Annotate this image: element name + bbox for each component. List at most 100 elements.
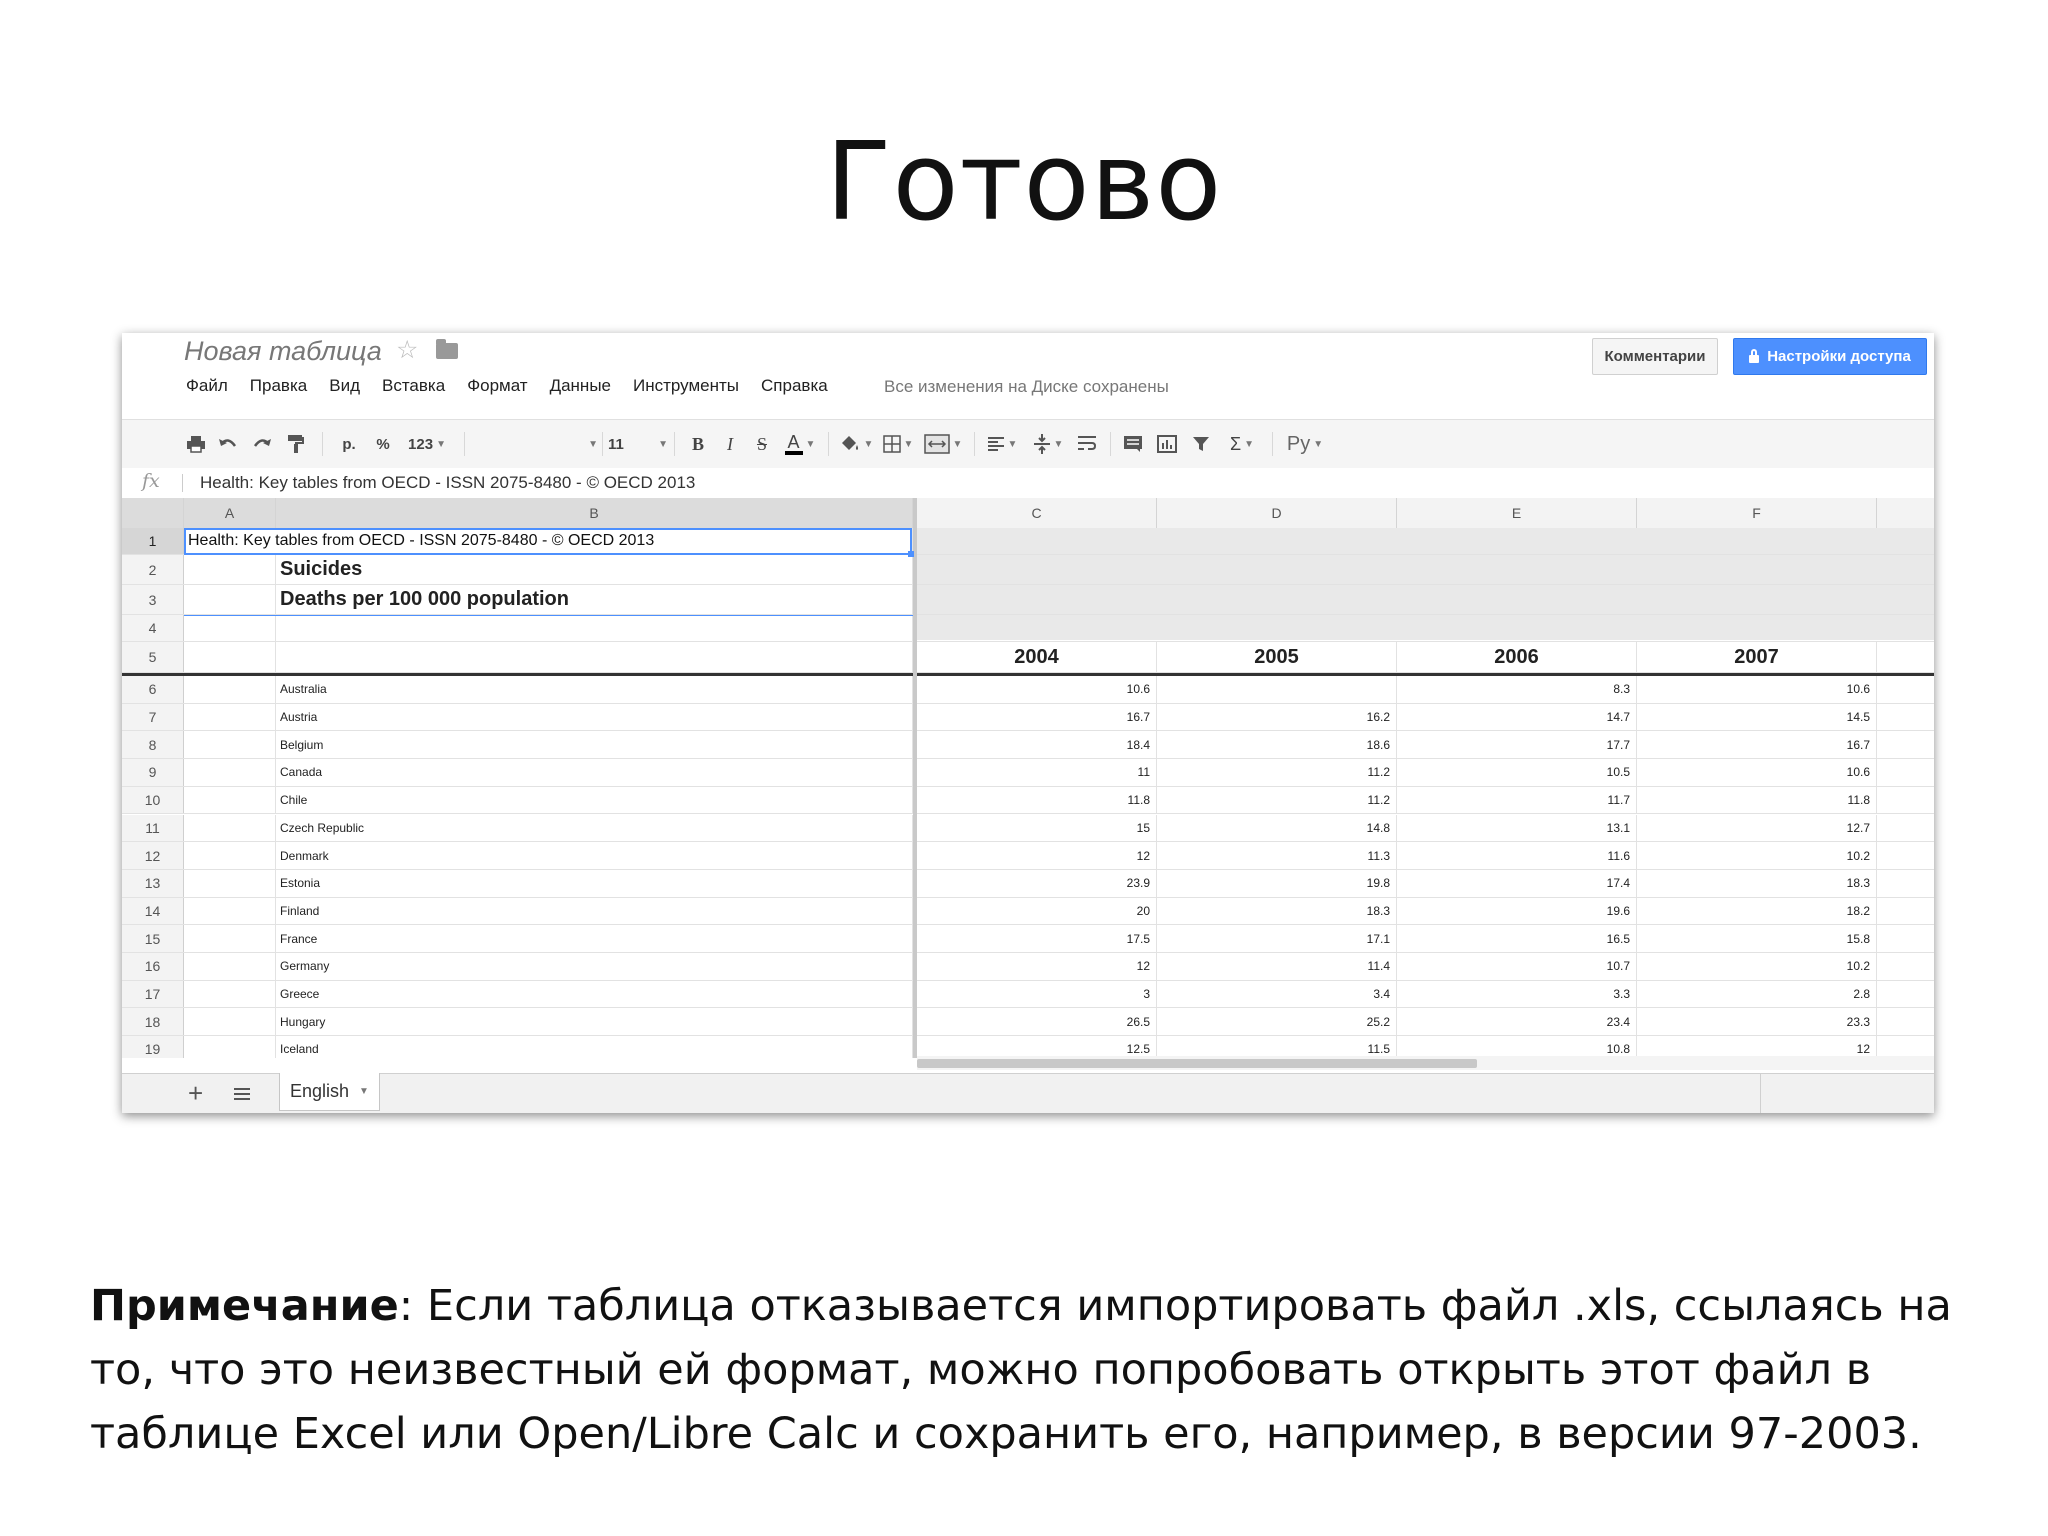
vertical-align-icon[interactable]: ▼ xyxy=(1026,420,1070,468)
value-cell-e[interactable]: 17.7 xyxy=(1397,731,1637,759)
italic-button[interactable]: I xyxy=(716,420,744,468)
value-cell-c[interactable]: 20 xyxy=(917,897,1157,925)
value-cell-f[interactable]: 23.3 xyxy=(1637,1008,1877,1036)
filter-icon[interactable] xyxy=(1186,420,1216,468)
country-cell[interactable]: Denmark xyxy=(276,842,913,869)
country-cell[interactable]: France xyxy=(276,925,913,952)
cell-a[interactable] xyxy=(184,953,276,980)
select-all-corner[interactable] xyxy=(122,498,184,528)
cell-a[interactable] xyxy=(184,786,276,814)
country-cell[interactable]: Finland xyxy=(276,897,913,925)
cell-b3[interactable]: Deaths per 100 000 population xyxy=(276,585,913,614)
cell-a3[interactable] xyxy=(184,585,276,614)
value-cell-c[interactable]: 11 xyxy=(917,759,1157,786)
input-tools-dropdown[interactable]: Ру ▼ xyxy=(1280,420,1330,468)
cell-a[interactable] xyxy=(184,759,276,786)
year-header-cell[interactable]: 2007 xyxy=(1637,642,1877,672)
borders-icon[interactable]: ▼ xyxy=(878,420,918,468)
menu-tools[interactable]: Инструменты xyxy=(633,376,739,396)
cell-a[interactable] xyxy=(184,814,276,842)
value-cell-d[interactable]: 11.2 xyxy=(1157,759,1397,786)
country-cell[interactable]: Austria xyxy=(276,703,913,731)
value-cell-d[interactable]: 25.2 xyxy=(1157,1008,1397,1036)
value-cell-f[interactable]: 10.2 xyxy=(1637,842,1877,869)
value-cell-c[interactable]: 12 xyxy=(917,842,1157,869)
value-cell-d[interactable]: 18.6 xyxy=(1157,731,1397,759)
value-cell-e[interactable]: 10.8 xyxy=(1397,1036,1637,1058)
row-number[interactable]: 4 xyxy=(122,615,184,641)
country-cell[interactable]: Australia xyxy=(276,676,913,703)
row-number[interactable]: 16 xyxy=(122,953,184,980)
fill-handle[interactable] xyxy=(908,551,914,557)
value-cell-f[interactable]: 12.7 xyxy=(1637,814,1877,842)
menu-file[interactable]: Файл xyxy=(186,376,228,396)
cell-a[interactable] xyxy=(184,676,276,703)
country-cell[interactable]: Iceland xyxy=(276,1036,913,1058)
row-number[interactable]: 6 xyxy=(122,676,184,703)
value-cell-f[interactable]: 15.8 xyxy=(1637,925,1877,952)
value-cell-f[interactable]: 14.5 xyxy=(1637,703,1877,731)
insert-comment-icon[interactable] xyxy=(1118,420,1148,468)
number-format-dropdown[interactable]: 123 ▼ xyxy=(402,420,452,468)
country-cell[interactable]: Greece xyxy=(276,980,913,1008)
value-cell-d[interactable]: 11.5 xyxy=(1157,1036,1397,1058)
value-cell-c[interactable]: 10.6 xyxy=(917,676,1157,703)
align-left-icon[interactable]: ▼ xyxy=(980,420,1024,468)
row-number[interactable]: 1 xyxy=(122,528,184,554)
value-cell-e[interactable]: 19.6 xyxy=(1397,897,1637,925)
percent-format-button[interactable]: % xyxy=(368,420,398,468)
value-cell-c[interactable]: 12.5 xyxy=(917,1036,1157,1058)
undo-icon[interactable] xyxy=(214,420,242,468)
menu-insert[interactable]: Вставка xyxy=(382,376,445,396)
cell-a[interactable] xyxy=(184,842,276,869)
share-button[interactable]: Настройки доступа xyxy=(1733,338,1927,375)
sheets-list-icon[interactable] xyxy=(234,1088,250,1100)
text-color-button[interactable]: A ▼ xyxy=(780,420,820,468)
value-cell-c[interactable]: 15 xyxy=(917,814,1157,842)
column-header-d[interactable]: D xyxy=(1157,498,1397,528)
value-cell-e[interactable]: 11.7 xyxy=(1397,786,1637,814)
row-number[interactable]: 18 xyxy=(122,1008,184,1036)
comments-button[interactable]: Комментарии xyxy=(1592,338,1718,375)
frozen-columns-divider[interactable] xyxy=(913,498,917,1058)
menu-format[interactable]: Формат xyxy=(467,376,527,396)
redo-icon[interactable] xyxy=(248,420,276,468)
font-family-dropdown[interactable]: ▼ xyxy=(472,420,598,468)
value-cell-f[interactable]: 10.6 xyxy=(1637,759,1877,786)
value-cell-c[interactable]: 26.5 xyxy=(917,1008,1157,1036)
row-number[interactable]: 5 xyxy=(122,642,184,672)
value-cell-f[interactable]: 16.7 xyxy=(1637,731,1877,759)
value-cell-d[interactable]: 18.3 xyxy=(1157,897,1397,925)
year-header-cell[interactable]: 2004 xyxy=(917,642,1157,672)
row-number[interactable]: 15 xyxy=(122,925,184,952)
row-number[interactable]: 10 xyxy=(122,786,184,814)
row-number[interactable]: 8 xyxy=(122,731,184,759)
menu-help[interactable]: Справка xyxy=(761,376,828,396)
value-cell-e[interactable]: 3.3 xyxy=(1397,980,1637,1008)
value-cell-c[interactable]: 12 xyxy=(917,953,1157,980)
star-icon[interactable]: ☆ xyxy=(396,335,418,365)
cell-b4[interactable] xyxy=(276,615,913,641)
value-cell-d[interactable]: 11.3 xyxy=(1157,842,1397,869)
value-cell-e[interactable]: 11.6 xyxy=(1397,842,1637,869)
value-cell-d[interactable]: 16.2 xyxy=(1157,703,1397,731)
functions-dropdown[interactable]: Σ ▼ xyxy=(1220,420,1264,468)
value-cell-c[interactable]: 18.4 xyxy=(917,731,1157,759)
value-cell-c[interactable]: 17.5 xyxy=(917,925,1157,952)
value-cell-e[interactable]: 16.5 xyxy=(1397,925,1637,952)
cell-b5[interactable] xyxy=(276,642,913,672)
row-number[interactable]: 17 xyxy=(122,980,184,1008)
value-cell-d[interactable]: 11.2 xyxy=(1157,786,1397,814)
country-cell[interactable]: Germany xyxy=(276,953,913,980)
country-cell[interactable]: Canada xyxy=(276,759,913,786)
row-number[interactable]: 2 xyxy=(122,555,184,584)
value-cell-d[interactable]: 19.8 xyxy=(1157,869,1397,897)
column-header-f[interactable]: F xyxy=(1637,498,1877,528)
value-cell-e[interactable]: 8.3 xyxy=(1397,676,1637,703)
formula-input[interactable]: Health: Key tables from OECD - ISSN 2075… xyxy=(200,473,695,493)
cell-a1[interactable]: Health: Key tables from OECD - ISSN 2075… xyxy=(184,528,913,554)
value-cell-f[interactable]: 18.3 xyxy=(1637,869,1877,897)
folder-icon[interactable] xyxy=(436,339,458,359)
country-cell[interactable]: Hungary xyxy=(276,1008,913,1036)
insert-chart-icon[interactable] xyxy=(1152,420,1182,468)
